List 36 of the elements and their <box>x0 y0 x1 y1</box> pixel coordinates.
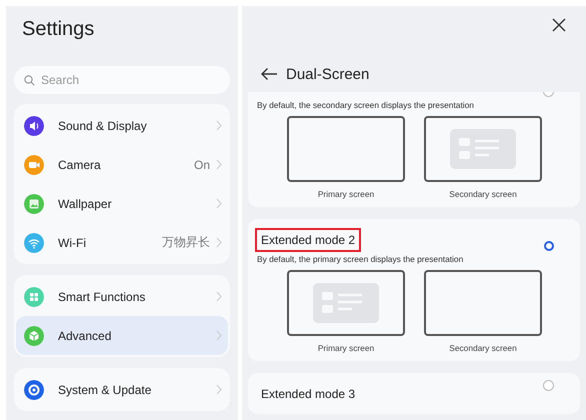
screen-label: Primary screen <box>318 189 374 199</box>
back-button[interactable] <box>260 67 278 81</box>
screen-frame[interactable] <box>287 270 405 336</box>
item-value: 万物昇长 <box>162 234 210 251</box>
chevron-icon <box>216 291 222 302</box>
settings-item[interactable]: Sound & Display <box>16 106 228 145</box>
chevron-icon <box>216 120 222 131</box>
settings-item[interactable]: Wallpaper <box>16 184 228 223</box>
settings-item[interactable]: Camera On <box>16 145 228 184</box>
screen-label: Secondary screen <box>449 189 517 199</box>
settings-item[interactable]: System & Update <box>16 370 228 409</box>
settings-item[interactable]: Smart Functions <box>16 277 228 316</box>
settings-item[interactable]: Wi-Fi 万物昇长 <box>16 223 228 262</box>
mode-description: By default, the secondary screen displays the presentation <box>257 100 475 110</box>
mode-title: Extended mode 3 <box>260 386 356 403</box>
page-title: Dual-Screen <box>286 66 370 82</box>
settings-item[interactable]: Advanced <box>16 316 228 355</box>
search-icon <box>24 75 35 86</box>
screen-frame[interactable] <box>424 116 542 182</box>
radio-button[interactable] <box>544 241 554 251</box>
mode-description: By default, the primary screen displays the presentation <box>257 254 464 264</box>
screen-frame[interactable] <box>424 270 542 336</box>
chevron-icon <box>216 198 222 209</box>
radio-button[interactable] <box>543 380 554 391</box>
close-button[interactable] <box>552 18 566 32</box>
chevron-icon <box>216 330 222 341</box>
chevron-icon <box>216 237 222 248</box>
mode-title: Extended mode 2 <box>255 228 362 252</box>
screen-frame[interactable] <box>287 116 405 182</box>
screen-label: Primary screen <box>318 343 374 353</box>
item-value: On <box>194 158 210 172</box>
chevron-icon <box>216 159 222 170</box>
search-field[interactable]: Search <box>14 66 230 94</box>
chevron-icon <box>216 384 222 395</box>
settings-title: Settings <box>22 18 96 42</box>
screen-label: Secondary screen <box>449 343 517 353</box>
